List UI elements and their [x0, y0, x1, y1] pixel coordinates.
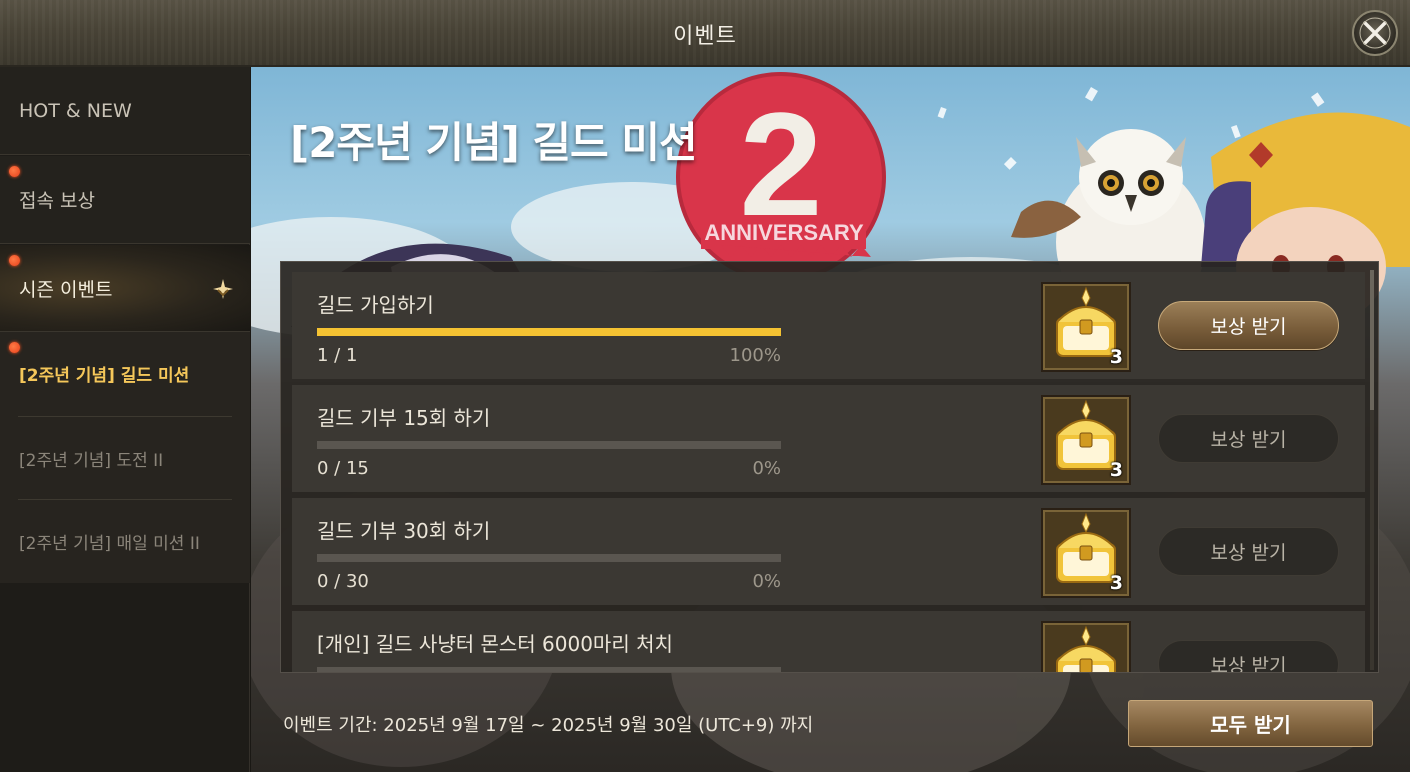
progress-percent: 0% — [752, 571, 781, 592]
submenu-item-daily-mission-ii[interactable]: [2주년 기념] 매일 미션 II — [0, 500, 250, 582]
reward-quantity: 3 — [1109, 572, 1123, 594]
mission-title: 길드 기부 15회 하기 — [317, 406, 491, 430]
mission-row: 길드 기부 30회 하기 0 / 30 0% 3 보상 받기 — [292, 498, 1365, 605]
sidebar-item-label: 시즌 이벤트 — [19, 278, 113, 301]
reward-slot[interactable] — [1041, 621, 1131, 672]
claim-reward-button[interactable]: 보상 받기 — [1158, 527, 1339, 576]
banner-title: [2주년 기념] 길드 미션 — [290, 118, 698, 167]
mission-title: 길드 가입하기 — [317, 293, 434, 317]
sidebar-item-hot-new[interactable]: HOT & NEW — [0, 67, 250, 155]
sidebar-item-label: 접속 보상 — [19, 190, 95, 212]
progress-bar — [317, 554, 781, 562]
progress-percent: 100% — [729, 345, 781, 366]
progress-bar — [317, 441, 781, 449]
reward-quantity: 3 — [1109, 459, 1123, 481]
close-x-icon — [1359, 17, 1391, 49]
notification-dot — [9, 255, 20, 266]
reward-slot[interactable]: 3 — [1041, 282, 1131, 372]
progress-bar — [317, 328, 781, 336]
sidebar-item-login-reward[interactable]: 접속 보상 — [0, 156, 250, 244]
svg-text:ANNIVERSARY: ANNIVERSARY — [704, 220, 864, 245]
progress-bar — [317, 667, 781, 672]
reward-quantity: 3 — [1109, 346, 1123, 368]
claim-reward-button[interactable]: 보상 받기 — [1158, 414, 1339, 463]
anniversary-logo: 2 ANNIVERSARY — [676, 72, 886, 282]
golden-chest-icon — [1056, 625, 1116, 672]
progress-percent: 0% — [752, 458, 781, 479]
season-event-submenu: [2주년 기념] 길드 미션 [2주년 기념] 도전 II [2주년 기념] 매… — [0, 332, 250, 583]
mission-scrollbar[interactable] — [1370, 270, 1374, 670]
progress-fill — [317, 328, 781, 336]
window-title: 이벤트 — [673, 24, 737, 49]
progress-count: 0 / 15 — [317, 458, 369, 479]
mission-title: [개인] 길드 사냥터 몬스터 6000마리 처치 — [317, 632, 673, 656]
close-button[interactable] — [1352, 10, 1398, 56]
mission-list[interactable]: 길드 가입하기 1 / 1 100% 3 보상 받기 길드 기부 15회 하기 — [280, 261, 1379, 673]
scrollbar-thumb[interactable] — [1370, 270, 1374, 410]
expand-sparkle-icon — [213, 279, 233, 299]
reward-slot[interactable]: 3 — [1041, 395, 1131, 485]
progress-count: 0 / 30 — [317, 571, 369, 592]
sidebar-item-season-event[interactable]: 시즌 이벤트 — [0, 245, 250, 332]
notification-dot — [9, 342, 20, 353]
mission-row: 길드 기부 15회 하기 0 / 15 0% 3 보상 받기 — [292, 385, 1365, 492]
submenu-item-label: [2주년 기념] 길드 미션 — [19, 365, 190, 386]
mission-row: 길드 가입하기 1 / 1 100% 3 보상 받기 — [292, 272, 1365, 379]
claim-all-button[interactable]: 모두 받기 — [1128, 700, 1373, 747]
notification-dot — [9, 166, 20, 177]
reward-slot[interactable]: 3 — [1041, 508, 1131, 598]
event-period: 이벤트 기간: 2025년 9월 17일 ~ 2025년 9월 30일 (UTC… — [283, 715, 814, 736]
claim-reward-button[interactable]: 보상 받기 — [1158, 640, 1339, 672]
event-sidebar: HOT & NEW 접속 보상 시즌 이벤트 [2주년 기념] 길드 미션 [2… — [0, 67, 250, 772]
submenu-item-label: [2주년 기념] 도전 II — [19, 450, 164, 471]
progress-count: 1 / 1 — [317, 345, 358, 366]
event-content: 2 ANNIVERSARY [2주년 기념] 길드 미션 길드 가입하기 1 /… — [251, 67, 1410, 772]
sidebar-item-label: HOT & NEW — [19, 99, 132, 122]
claim-reward-button[interactable]: 보상 받기 — [1158, 301, 1339, 350]
mission-row: [개인] 길드 사냥터 몬스터 6000마리 처치 보상 받기 — [292, 611, 1365, 672]
submenu-item-challenge-ii[interactable]: [2주년 기념] 도전 II — [0, 417, 250, 499]
submenu-item-guild-mission[interactable]: [2주년 기념] 길드 미션 — [0, 332, 250, 414]
submenu-item-label: [2주년 기념] 매일 미션 II — [19, 533, 200, 554]
title-bar: 이벤트 — [0, 0, 1410, 67]
mission-title: 길드 기부 30회 하기 — [317, 519, 491, 543]
